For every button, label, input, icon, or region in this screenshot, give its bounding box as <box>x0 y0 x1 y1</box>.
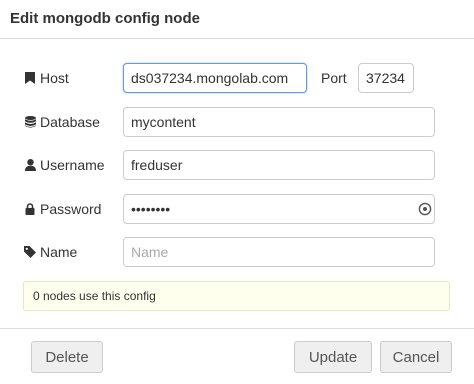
dialog-footer: Delete Update Cancel <box>0 328 474 384</box>
bookmark-icon <box>24 71 36 85</box>
name-input[interactable] <box>123 237 435 267</box>
host-label-text: Host <box>40 70 69 86</box>
dialog-title: Edit mongodb config node <box>10 10 200 27</box>
user-icon <box>24 158 36 172</box>
username-label-text: Username <box>40 157 105 173</box>
name-label: Name <box>24 236 77 268</box>
dialog-header: Edit mongodb config node <box>0 0 474 39</box>
reveal-password-icon[interactable] <box>417 201 433 217</box>
port-label: Port <box>321 70 347 86</box>
config-usage-info: 0 nodes use this config <box>23 281 450 311</box>
name-row: Name <box>0 236 474 268</box>
tag-icon <box>24 245 36 259</box>
password-label-text: Password <box>40 201 102 217</box>
database-label: Database <box>24 106 100 138</box>
database-input[interactable] <box>123 107 435 137</box>
database-icon <box>24 115 36 129</box>
update-button[interactable]: Update <box>294 341 372 373</box>
password-label: Password <box>24 193 101 225</box>
username-label: Username <box>24 149 105 181</box>
database-label-text: Database <box>40 114 100 130</box>
password-row: Password <box>0 193 474 225</box>
port-input[interactable] <box>358 63 414 93</box>
host-row: Host Port <box>0 62 474 94</box>
delete-button[interactable]: Delete <box>31 341 103 373</box>
cancel-button[interactable]: Cancel <box>380 341 452 373</box>
name-label-text: Name <box>40 244 78 260</box>
password-input[interactable] <box>123 194 435 224</box>
host-input[interactable] <box>123 63 307 93</box>
host-label: Host <box>24 62 69 94</box>
username-row: Username <box>0 149 474 181</box>
database-row: Database <box>0 106 474 138</box>
username-input[interactable] <box>123 150 435 180</box>
lock-icon <box>24 202 36 216</box>
